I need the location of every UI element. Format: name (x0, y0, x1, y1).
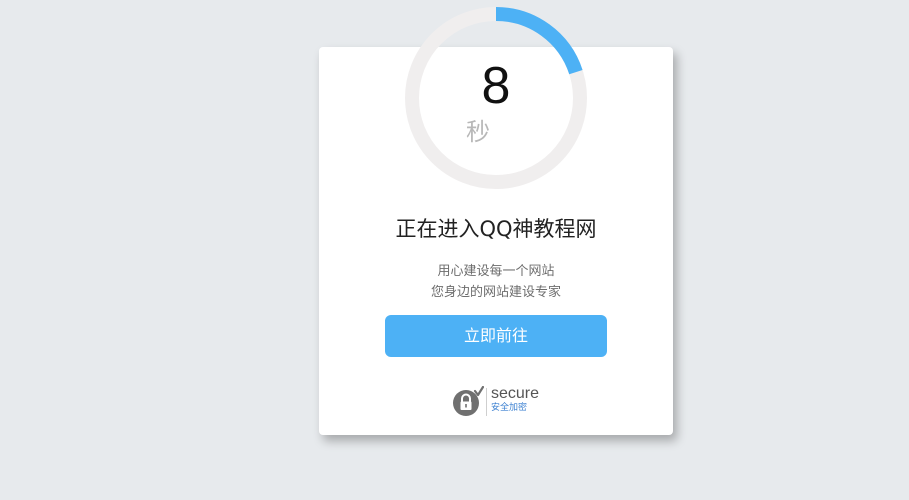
secure-text: secure (491, 385, 540, 402)
go-now-button[interactable]: 立即前往 (385, 315, 607, 357)
countdown-number: 8 (481, 57, 511, 115)
page-title: 正在进入QQ神教程网 (395, 217, 597, 241)
secure-chinese-text: 安全加密 (491, 403, 528, 413)
secure-divider (486, 388, 487, 416)
countdown-unit: 秒 (466, 118, 490, 146)
page: 8 秒 正在进入QQ神教程网 用心建设每一个网站 您身边的网站建设专家 立即前往… (0, 0, 909, 500)
subtitle-line-1: 用心建设每一个网站 (437, 264, 555, 279)
subtitle-line-2: 您身边的网站建设专家 (430, 285, 561, 300)
lock-check-icon (453, 386, 484, 416)
